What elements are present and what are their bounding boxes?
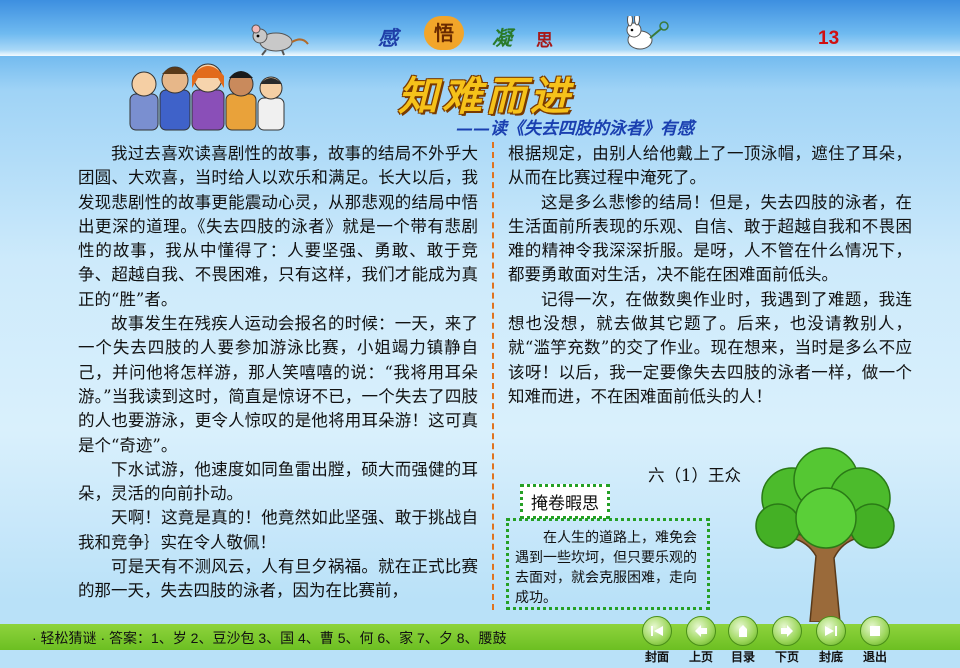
nav-back-cover-label[interactable]: 封底	[809, 648, 853, 665]
nav-exit-button[interactable]	[860, 616, 890, 646]
reflection-title: 掩卷暇思	[520, 484, 610, 519]
paragraph: 下水试游，他速度如同鱼雷出膛，硕大而强健的耳朵，灵活的向前扑动。	[78, 459, 478, 504]
header-word-3: 凝	[492, 26, 512, 50]
nav-exit-label[interactable]: 退出	[853, 648, 897, 665]
rabbit-cartoon-icon	[626, 16, 669, 50]
paragraph: 可是天有不测风云，人有旦夕祸福。就在正式比赛的那一天，失去四肢的泳者，因为在比赛…	[78, 557, 478, 601]
contents-icon	[739, 625, 747, 637]
prev-page-icon	[695, 625, 707, 637]
nav-prev-label[interactable]: 上页	[679, 648, 723, 665]
children-group-icon	[129, 63, 285, 131]
article-right-column: 根据规定，由别人给他戴上了一顶泳帽，遮住了耳朵，从而在比赛过程中淹死了。 这是多…	[508, 142, 912, 409]
next-page-icon	[781, 625, 793, 637]
nav-contents-button[interactable]	[728, 616, 758, 646]
header-word-1: 感	[378, 26, 398, 50]
nav-next-button[interactable]	[772, 616, 802, 646]
nav-cover-button[interactable]	[642, 616, 672, 646]
article-left-column: 我过去喜欢读喜剧性的故事，故事的结局不外乎大团圆、大欢喜，当时给人以欢乐和满足。…	[78, 142, 478, 604]
article-author: 六（1）王众	[648, 466, 741, 485]
article-subtitle: ——读《失去四肢的泳者》有感	[456, 119, 694, 139]
column-divider	[492, 142, 494, 610]
exit-icon	[870, 626, 880, 636]
header-word-4: 思	[536, 31, 553, 51]
header-band	[0, 0, 960, 56]
tree-icon	[755, 447, 895, 622]
nav-next-label[interactable]: 下页	[765, 648, 809, 665]
paragraph: 记得一次，在做数奥作业时，我遇到了难题，我连想也没想，就去做其它题了。后来，也没…	[508, 289, 912, 406]
header-word-2: 悟	[424, 16, 464, 50]
reflection-text: 在人生的道路上，难免会遇到一些坎坷，但只要乐观的去面对，就会克服困难，走向 成功…	[506, 518, 710, 610]
paragraph: 根据规定，由别人给他戴上了一顶泳帽，遮住了耳朵，从而在比赛过程中淹死了。	[508, 144, 912, 188]
paragraph: 这是多么悲惨的结局！但是，失去四肢的泳者，在生活面前所表现的乐观、自信、敢于超越…	[508, 192, 912, 285]
mouse-cartoon-icon	[251, 24, 309, 56]
nav-cover-label[interactable]: 封面	[635, 648, 679, 665]
riddle-answers: · 轻松猜谜 · 答案：1、岁 2、豆沙包 3、国 4、曹 5、何 6、家 7、…	[32, 630, 507, 646]
nav-prev-button[interactable]	[686, 616, 716, 646]
paragraph: 故事发生在残疾人运动会报名的时候：一天，来了一个失去四肢的人要参加游泳比赛，小姐…	[78, 314, 478, 455]
first-page-icon	[651, 626, 663, 636]
page-number: 13	[818, 28, 840, 49]
paragraph: 天啊！这竟是真的！他竟然如此坚强、敢于挑战自我和竞争｝实在令人敬佩！	[78, 508, 478, 552]
paragraph: 我过去喜欢读喜剧性的故事，故事的结局不外乎大团圆、大欢喜，当时给人以欢乐和满足。…	[78, 144, 478, 309]
nav-contents-label[interactable]: 目录	[721, 648, 765, 665]
last-page-icon	[825, 626, 837, 636]
nav-back-cover-button[interactable]	[816, 616, 846, 646]
